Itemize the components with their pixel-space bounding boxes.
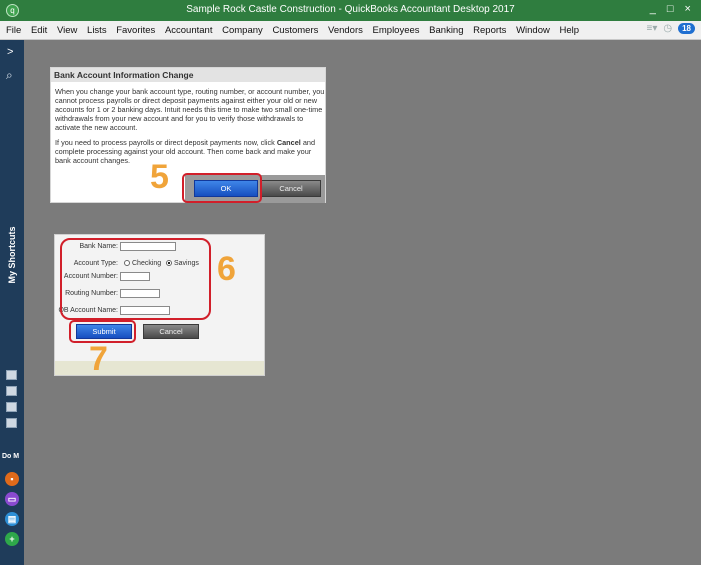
alerts-badge[interactable]: 18	[678, 23, 695, 34]
dialog-paragraph: If you need to process payrolls or direc…	[55, 138, 315, 165]
menu-vendors[interactable]: Vendors	[328, 25, 363, 36]
window-title: Sample Rock Castle Construction - QuickB…	[186, 4, 515, 15]
step-7-label: 7	[89, 340, 108, 378]
menu-accountant[interactable]: Accountant	[165, 25, 213, 36]
shortcut-icon[interactable]	[6, 418, 17, 428]
dialog-body: When you change your bank account type, …	[55, 87, 325, 171]
my-shortcuts-label[interactable]: My Shortcuts	[7, 219, 17, 291]
shortcut-icon[interactable]	[6, 370, 17, 380]
cancel-button[interactable]: Cancel	[261, 180, 321, 197]
dialog-paragraph: When you change your bank account type, …	[55, 87, 325, 132]
feedback-icon[interactable]: ≡▾	[647, 23, 658, 34]
left-icon-bar: > ⌕ My Shortcuts Do M ▪ ▭ ▤ +	[0, 40, 24, 565]
menu-reports[interactable]: Reports	[473, 25, 506, 36]
title-bar: q Sample Rock Castle Construction - Quic…	[0, 0, 701, 21]
menu-help[interactable]: Help	[560, 25, 580, 36]
menu-file[interactable]: File	[6, 25, 21, 36]
form-cancel-button[interactable]: Cancel	[143, 324, 199, 339]
expand-chevron-icon[interactable]: >	[7, 46, 13, 58]
printer-icon[interactable]: ▤	[5, 512, 19, 526]
menu-view[interactable]: View	[57, 25, 77, 36]
menu-banking[interactable]: Banking	[429, 25, 463, 36]
highlight-ok-box	[182, 173, 262, 203]
step-6-label: 6	[217, 250, 236, 288]
credit-card-icon[interactable]: ▭	[5, 492, 19, 506]
search-icon[interactable]: ⌕	[6, 68, 13, 83]
step-5-label: 5	[150, 158, 169, 196]
shortcut-icon[interactable]	[6, 386, 17, 396]
payroll-icon[interactable]: ▪	[5, 472, 19, 486]
do-more-label: Do M	[2, 453, 20, 460]
menu-company[interactable]: Company	[222, 25, 263, 36]
window-controls[interactable]: _ □ ×	[650, 3, 695, 15]
menu-favorites[interactable]: Favorites	[116, 25, 155, 36]
menu-customers[interactable]: Customers	[272, 25, 318, 36]
menu-employees[interactable]: Employees	[373, 25, 420, 36]
menu-bar: File Edit View Lists Favorites Accountan…	[0, 21, 701, 40]
highlight-form-box	[60, 238, 211, 320]
form-footer	[55, 361, 264, 375]
clock-icon[interactable]: ◷	[663, 23, 672, 34]
menu-edit[interactable]: Edit	[31, 25, 47, 36]
menu-window[interactable]: Window	[516, 25, 550, 36]
dialog-title: Bank Account Information Change	[51, 68, 325, 82]
shortcut-icon[interactable]	[6, 402, 17, 412]
menu-lists[interactable]: Lists	[87, 25, 107, 36]
add-icon[interactable]: +	[5, 532, 19, 546]
